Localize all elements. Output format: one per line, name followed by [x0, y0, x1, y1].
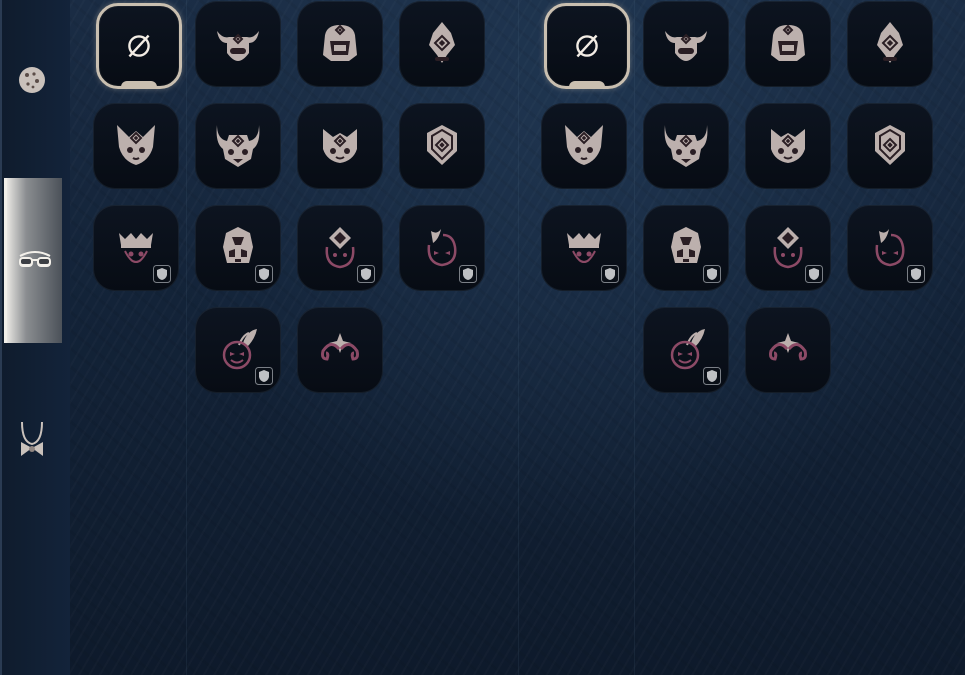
cosmetic-tile[interactable] [541, 103, 627, 189]
grid-divider [186, 0, 187, 675]
helmet-mask-icon [323, 24, 357, 61]
none-icon [576, 34, 598, 58]
cosmetic-tile[interactable] [297, 205, 383, 291]
cosmetic-tile[interactable] [745, 205, 831, 291]
lock-badge-icon [153, 265, 171, 283]
cosmetic-tile[interactable] [399, 103, 485, 189]
lock-badge-icon [255, 265, 273, 283]
none-option-tile[interactable] [544, 3, 630, 89]
lock-badge-icon [459, 265, 477, 283]
cosmetic-tile[interactable] [643, 103, 729, 189]
cosmetic-tile[interactable] [745, 1, 831, 87]
mustache-icon [769, 333, 807, 361]
fox-mask-icon [117, 125, 155, 165]
cosmetic-tile[interactable] [745, 307, 831, 393]
cosmetic-tile[interactable] [93, 205, 179, 291]
cosmetic-tile[interactable] [195, 1, 281, 87]
lock-badge-icon [703, 367, 721, 385]
cosmetic-tile[interactable] [399, 205, 485, 291]
panel-divider [518, 0, 519, 675]
cosmetic-tile[interactable] [643, 1, 729, 87]
cat-mask-icon [771, 129, 805, 163]
category-tab-eyewear[interactable] [4, 178, 62, 343]
sunglasses-icon [18, 250, 51, 267]
cosmetic-tile[interactable] [195, 307, 281, 393]
fox-mask-icon [565, 125, 603, 165]
cosmetic-tile[interactable] [93, 103, 179, 189]
lock-badge-icon [805, 265, 823, 283]
lock-badge-icon [255, 367, 273, 385]
category-sidebar [0, 0, 70, 675]
lock-badge-icon [703, 265, 721, 283]
cosmetic-tile[interactable] [399, 1, 485, 87]
horned-mask-icon [216, 125, 260, 167]
grid-divider [634, 0, 635, 675]
helmet-mask-icon [771, 24, 805, 61]
cosmetic-tile[interactable] [195, 205, 281, 291]
cat-mask-icon [323, 129, 357, 163]
cosmetic-tile[interactable] [297, 103, 383, 189]
cosmetic-tile[interactable] [643, 307, 729, 393]
lock-badge-icon [357, 265, 375, 283]
bowtie-necklace-icon [20, 421, 43, 456]
cosmetic-tile[interactable] [847, 103, 933, 189]
cosmetic-tile[interactable] [297, 1, 383, 87]
cosmetic-tile[interactable] [541, 205, 627, 291]
none-option-tile[interactable] [96, 3, 182, 89]
lock-badge-icon [601, 265, 619, 283]
horned-mask-icon [664, 125, 708, 167]
cosmetic-tile[interactable] [195, 103, 281, 189]
shield-mask-icon [427, 125, 457, 165]
category-tab-cookie[interactable] [4, 55, 59, 105]
cookie-icon [18, 67, 45, 93]
crest-mask-icon [429, 22, 455, 63]
cosmetic-tile[interactable] [643, 205, 729, 291]
none-icon [128, 34, 150, 58]
lock-badge-icon [907, 265, 925, 283]
ox-mask-icon [665, 31, 707, 61]
cosmetic-tile[interactable] [847, 1, 933, 87]
cosmetic-tile[interactable] [297, 307, 383, 393]
ox-mask-icon [217, 31, 259, 61]
cosmetic-tile[interactable] [847, 205, 933, 291]
category-tab-neckwear[interactable] [4, 410, 59, 470]
cosmetic-tile[interactable] [745, 103, 831, 189]
crest-mask-icon [877, 22, 903, 63]
shield-mask-icon [875, 125, 905, 165]
mustache-icon [321, 333, 359, 361]
